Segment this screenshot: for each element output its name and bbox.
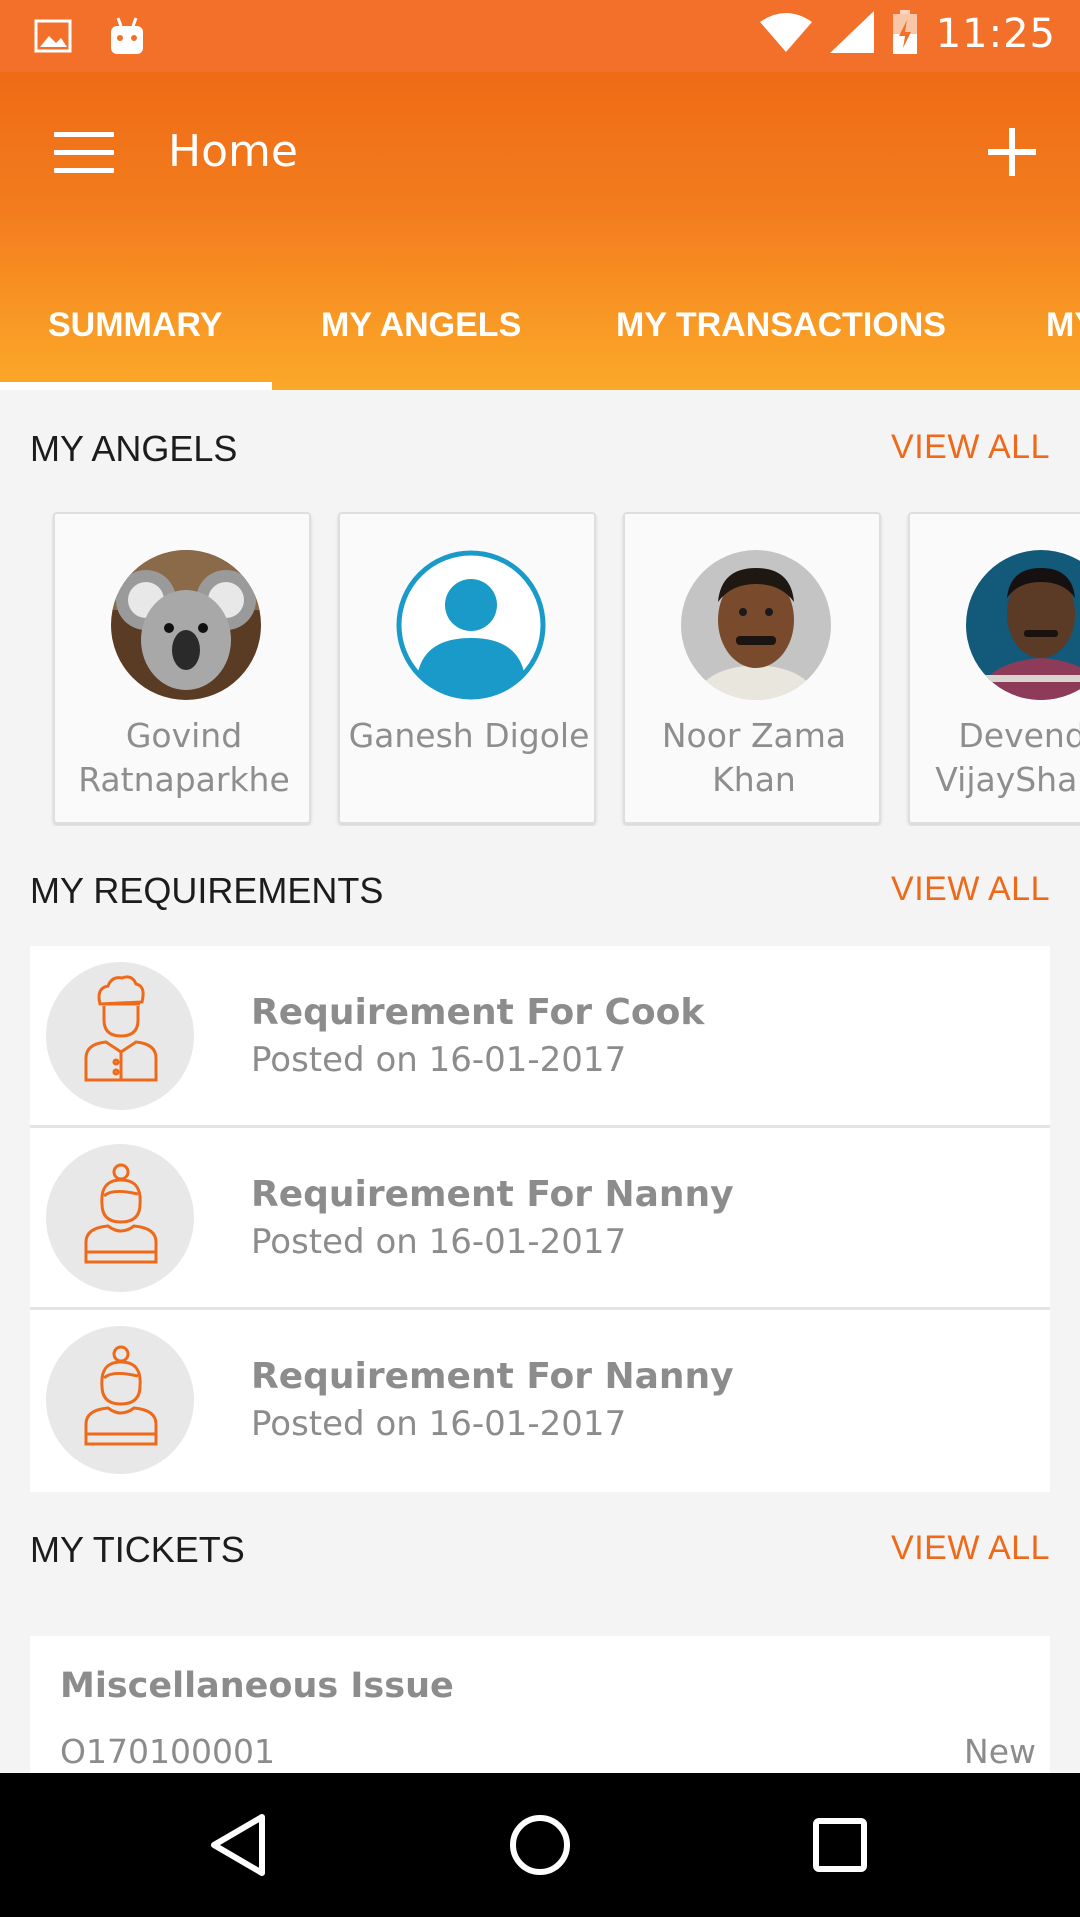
home-icon[interactable] bbox=[504, 1809, 576, 1881]
view-all-tickets-link[interactable]: VIEW ALL bbox=[891, 1529, 1050, 1568]
tab-bar: SUMMARY MY ANGELS MY TRANSACTIONS MY bbox=[0, 282, 1080, 390]
back-icon[interactable] bbox=[204, 1809, 276, 1881]
angel-card[interactable]: Devendra VijaySharma bbox=[908, 512, 1080, 824]
requirements-list: Requirement For Cook Posted on 16-01-201… bbox=[30, 946, 1050, 1492]
view-all-angels-link[interactable]: VIEW ALL bbox=[891, 428, 1050, 467]
signal-icon bbox=[829, 11, 874, 57]
default-user-icon bbox=[396, 550, 546, 700]
angels-carousel[interactable]: Govind Ratnaparkhe Ganesh Digole Noor Za bbox=[0, 512, 1080, 826]
wifi-icon bbox=[759, 12, 812, 56]
angel-card[interactable]: Noor Zama Khan bbox=[623, 512, 881, 824]
view-all-requirements-link[interactable]: VIEW ALL bbox=[891, 870, 1050, 909]
tab-my-transactions[interactable]: MY TRANSACTIONS bbox=[616, 282, 946, 390]
angel-name: Devendra VijaySharma bbox=[935, 716, 1080, 799]
requirement-title: Requirement For Cook bbox=[251, 992, 705, 1033]
man-photo bbox=[681, 550, 831, 700]
status-time: 11:25 bbox=[935, 11, 1056, 57]
ticket-id: O170100001 bbox=[60, 1732, 275, 1771]
tab-my-angels[interactable]: MY ANGELS bbox=[321, 282, 521, 390]
angels-section-header: MY ANGELS VIEW ALL bbox=[30, 428, 1050, 478]
battery-charging-icon bbox=[892, 10, 918, 58]
angel-name: Noor Zama Khan bbox=[661, 716, 847, 799]
ticket-status: New bbox=[964, 1732, 1036, 1771]
angel-card[interactable]: Govind Ratnaparkhe bbox=[53, 512, 311, 824]
list-item[interactable]: Requirement For Nanny Posted on 16-01-20… bbox=[30, 1128, 1050, 1310]
ticket-title: Miscellaneous Issue bbox=[60, 1666, 454, 1706]
nanny-icon bbox=[46, 1144, 194, 1292]
chef-icon bbox=[46, 962, 194, 1110]
tab-more[interactable]: MY bbox=[1046, 282, 1080, 390]
angel-name: Govind Ratnaparkhe bbox=[78, 716, 290, 799]
section-title-angels: MY ANGELS bbox=[30, 428, 238, 469]
status-bar: 11:25 bbox=[0, 0, 1080, 72]
requirement-posted-date: Posted on 16-01-2017 bbox=[251, 1404, 627, 1444]
list-item[interactable]: Requirement For Cook Posted on 16-01-201… bbox=[30, 946, 1050, 1128]
angel-name: Ganesh Digole bbox=[348, 716, 590, 755]
koala-photo bbox=[111, 550, 261, 700]
system-nav-bar bbox=[0, 1773, 1080, 1917]
angel-card[interactable]: Ganesh Digole bbox=[338, 512, 596, 824]
android-icon bbox=[108, 16, 146, 60]
requirements-section-header: MY REQUIREMENTS VIEW ALL bbox=[30, 870, 1050, 920]
list-item[interactable]: Requirement For Nanny Posted on 16-01-20… bbox=[30, 1310, 1050, 1492]
requirement-posted-date: Posted on 16-01-2017 bbox=[251, 1222, 627, 1262]
requirement-title: Requirement For Nanny bbox=[251, 1174, 734, 1215]
tickets-section-header: MY TICKETS VIEW ALL bbox=[30, 1529, 1050, 1579]
hamburger-menu-icon[interactable] bbox=[54, 132, 114, 173]
nanny-icon bbox=[46, 1326, 194, 1474]
page-title: Home bbox=[168, 126, 298, 177]
requirement-title: Requirement For Nanny bbox=[251, 1356, 734, 1397]
app-bar: Home SUMMARY MY ANGELS MY TRANSACTIONS M… bbox=[0, 72, 1080, 390]
section-title-requirements: MY REQUIREMENTS bbox=[30, 870, 384, 911]
image-icon bbox=[34, 19, 72, 57]
man-photo bbox=[966, 550, 1080, 700]
plus-icon[interactable] bbox=[988, 128, 1036, 176]
section-title-tickets: MY TICKETS bbox=[30, 1529, 245, 1570]
recents-icon[interactable] bbox=[804, 1809, 876, 1881]
tab-summary[interactable]: SUMMARY bbox=[0, 282, 272, 390]
requirement-posted-date: Posted on 16-01-2017 bbox=[251, 1040, 627, 1080]
